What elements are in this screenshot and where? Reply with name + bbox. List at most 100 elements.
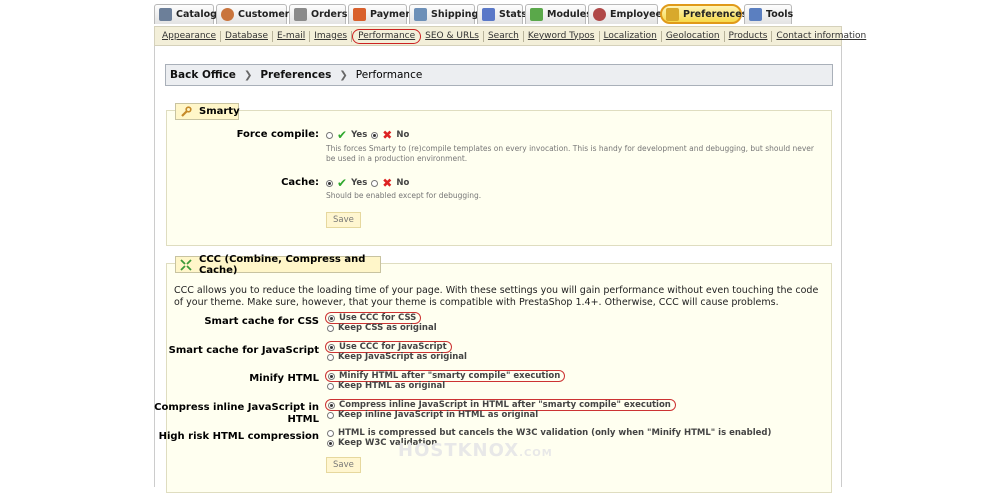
high-risk-compress-option[interactable]: HTML is compressed but cancels the W3C v… — [327, 428, 771, 438]
check-icon: ✔ — [337, 128, 348, 142]
css-cache-label: Smart cache for CSS — [204, 316, 319, 327]
ccc-description: CCC allows you to reduce the loading tim… — [174, 285, 819, 308]
tab-label: Catalog — [176, 9, 217, 20]
compress-inline-js-radio[interactable] — [328, 401, 335, 409]
breadcrumb-root[interactable]: Back Office — [170, 69, 236, 81]
cross-icon: ✖ — [382, 176, 393, 190]
tab-orders[interactable]: Orders — [289, 4, 348, 24]
smarty-title: Smarty — [199, 106, 240, 117]
smarty-save-button[interactable]: Save — [326, 212, 361, 228]
keep-inline-js-option[interactable]: Keep inline JavaScript in HTML as origin… — [327, 410, 538, 420]
tab-label: Preferences — [683, 8, 748, 20]
main-tabs: Catalog Customers Orders Payment Shippin… — [154, 4, 794, 26]
preferences-subnav: Appearance Database E-mail Images Perfor… — [154, 26, 866, 46]
minify-html-label: Minify HTML — [249, 373, 319, 384]
smarty-legend: Smarty — [175, 103, 240, 120]
wrench-icon — [180, 105, 192, 118]
high-risk-compress-radio[interactable] — [327, 429, 334, 437]
cache-yes-radio[interactable] — [326, 179, 333, 187]
compress-inline-js-label: Compress inline JavaScript in HTML after… — [339, 400, 671, 410]
cache-label: Cache: — [281, 177, 319, 188]
subtab-geolocation[interactable]: Geolocation — [662, 30, 725, 42]
subtab-images[interactable]: Images — [310, 30, 353, 42]
subtab-seo-urls[interactable]: SEO & URLs — [421, 30, 484, 42]
tab-catalog[interactable]: Catalog — [154, 4, 217, 24]
tab-preferences[interactable]: Preferences — [660, 4, 747, 24]
force-compile-hint: This forces Smarty to (re)compile templa… — [326, 144, 814, 163]
breadcrumb-section[interactable]: Preferences — [260, 69, 331, 81]
subtab-performance[interactable]: Performance — [352, 28, 422, 44]
modules-icon — [530, 8, 543, 21]
subtab-database[interactable]: Database — [221, 30, 273, 42]
payment-icon — [353, 8, 366, 21]
cache-options: ✔ Yes ✖ No — [326, 176, 413, 190]
high-risk-compress-label: HTML is compressed but cancels the W3C v… — [338, 428, 772, 438]
tab-label: Stats — [499, 9, 527, 20]
breadcrumb-separator-icon: ❯ — [243, 69, 253, 81]
watermark: HOSTKNOX.COM — [398, 440, 553, 461]
force-compile-yes-label: Yes — [351, 130, 368, 140]
stats-icon — [482, 8, 495, 21]
breadcrumb-separator-icon: ❯ — [339, 69, 348, 81]
ccc-save-button[interactable]: Save — [326, 457, 361, 473]
force-compile-label: Force compile: — [236, 129, 319, 140]
tab-tools[interactable]: Tools — [744, 4, 793, 24]
keep-html-label: Keep HTML as original — [338, 381, 446, 391]
cross-icon: ✖ — [382, 128, 393, 142]
keep-html-option[interactable]: Keep HTML as original — [327, 381, 445, 391]
ccc-title: CCC (Combine, Compress and Cache) — [199, 253, 366, 276]
force-compile-yes-radio[interactable] — [326, 131, 333, 139]
keep-html-radio[interactable] — [327, 382, 334, 390]
customers-icon — [221, 8, 234, 21]
subtab-localization[interactable]: Localization — [600, 30, 662, 42]
subtab-keyword-typos[interactable]: Keyword Typos — [524, 30, 600, 42]
tab-label: Orders — [311, 9, 348, 20]
keep-w3c-radio[interactable] — [327, 439, 334, 447]
compress-arrows-icon — [180, 258, 192, 271]
tab-label: Shipping — [431, 9, 479, 20]
keep-inline-js-label: Keep inline JavaScript in HTML as origin… — [338, 410, 539, 420]
js-keep-radio[interactable] — [327, 353, 334, 361]
catalog-icon — [159, 8, 172, 21]
tab-payment[interactable]: Payment — [348, 4, 417, 24]
inline-js-label-line2: HTML — [287, 414, 319, 425]
subtab-appearance[interactable]: Appearance — [158, 30, 222, 42]
subtab-search[interactable]: Search — [484, 30, 524, 42]
css-use-ccc-label: Use CCC for CSS — [339, 313, 417, 323]
force-compile-no-radio[interactable] — [371, 131, 379, 139]
css-use-ccc-radio[interactable] — [328, 314, 335, 322]
breadcrumb: Back Office ❯ Preferences ❯ Performance — [165, 64, 833, 86]
watermark-brand: HOSTKNOX — [398, 440, 520, 461]
cache-no-label: No — [396, 178, 410, 188]
employees-icon — [593, 8, 606, 21]
tab-label: Customers — [238, 9, 296, 20]
preferences-icon — [666, 7, 679, 21]
tab-stats[interactable]: Stats — [477, 4, 527, 24]
minify-html-radio[interactable] — [328, 372, 335, 380]
inline-js-label-line1: Compress inline JavaScript in — [154, 402, 319, 413]
subtab-email[interactable]: E-mail — [273, 30, 311, 42]
force-compile-no-label: No — [396, 130, 410, 140]
cache-hint: Should be enabled except for debugging. — [326, 191, 482, 200]
js-keep-label: Keep JavaScript as original — [338, 352, 467, 362]
subtab-contact-information[interactable]: Contact information — [772, 31, 870, 42]
check-icon: ✔ — [337, 176, 348, 190]
tab-employees[interactable]: Employees — [588, 4, 668, 24]
minify-html-text: Minify HTML after "smarty compile" execu… — [339, 371, 561, 381]
ccc-legend: CCC (Combine, Compress and Cache) — [175, 253, 381, 276]
tab-shipping[interactable]: Shipping — [409, 4, 479, 24]
tab-label: Modules — [547, 9, 592, 20]
cache-no-radio[interactable] — [371, 179, 379, 187]
js-use-ccc-radio[interactable] — [328, 343, 335, 351]
cache-yes-label: Yes — [351, 178, 368, 188]
tab-modules[interactable]: Modules — [525, 4, 592, 24]
css-keep-radio[interactable] — [327, 324, 334, 332]
js-use-ccc-label: Use CCC for JavaScript — [339, 342, 447, 352]
watermark-domain: .COM — [519, 448, 553, 459]
tab-customers[interactable]: Customers — [216, 4, 295, 24]
keep-inline-js-radio[interactable] — [327, 411, 334, 419]
high-risk-label: High risk HTML compression — [158, 431, 319, 442]
css-keep-option[interactable]: Keep CSS as original — [327, 323, 437, 333]
js-keep-option[interactable]: Keep JavaScript as original — [327, 352, 467, 362]
subtab-products[interactable]: Products — [725, 30, 773, 42]
